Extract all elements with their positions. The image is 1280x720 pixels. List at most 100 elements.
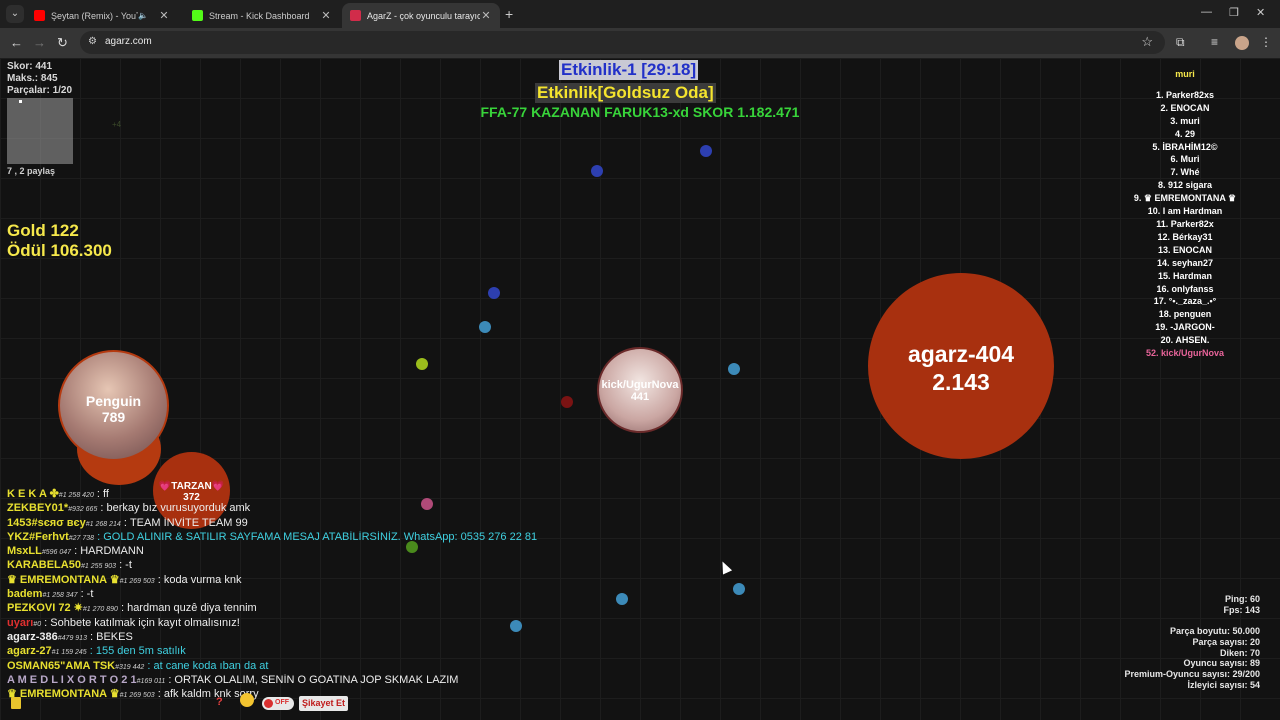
enemy-cell-mass: 2.143	[932, 369, 990, 395]
chat-username[interactable]: YKZ#Ferhvt	[7, 531, 69, 543]
trash-icon[interactable]	[11, 697, 21, 709]
leaderboard-entry: 19. -JARGON-	[1155, 322, 1215, 333]
reload-icon[interactable]: ↻	[57, 35, 68, 51]
player-cell: kick/UgurNova 441	[597, 347, 683, 433]
chat-text: : ff	[93, 488, 109, 500]
menu-kebab-icon[interactable]: ⋮	[1260, 35, 1272, 49]
leaderboard-entry: 9. ♛ EMREMONTANA ♛	[1133, 193, 1237, 204]
toggle-label: OFF	[275, 699, 289, 706]
tab-search-button[interactable]: ⌄	[6, 5, 24, 23]
food-pellet	[479, 321, 491, 333]
chat-toggle[interactable]: OFF	[262, 697, 294, 710]
leaderboard-own-rank: 52. kick/UgurNova	[1145, 348, 1225, 359]
chat-message: agarz-386#479 913 : BEKES	[7, 631, 647, 645]
gold-panel: Gold 122 Ödül 106.300	[7, 221, 112, 261]
player-cell-name: kick/UgurNova	[601, 379, 679, 391]
leaderboard-entry: 5. İBRAHİM12©	[1152, 141, 1218, 152]
close-icon[interactable]: ✕	[158, 9, 170, 22]
back-icon[interactable]: ←	[10, 35, 23, 50]
report-button[interactable]: Şikayet Et	[299, 696, 349, 711]
new-tab-button[interactable]: +	[505, 6, 513, 22]
chat-log: K E K A ✤#1 258 420 : ff ZEKBEY01*#932 66…	[7, 488, 647, 702]
agarz-icon	[350, 10, 361, 21]
chat-message: uyarı#0 : Sohbete katılmak için kayıt ol…	[7, 617, 647, 631]
server-stats: Parça boyutu: 50.000 Parça sayısı: 20 Dike…	[1124, 626, 1260, 691]
tab-title: AgarZ - çok oyunculu tarayıcı o	[367, 10, 480, 21]
tab-youtube[interactable]: Şeytan (Remix) - YouTube 🔈 ✕	[26, 3, 178, 28]
event-timer: Etkinlik-1 [29:18]	[559, 60, 699, 80]
chat-user-id: #1 270 890	[82, 606, 118, 614]
food-pellet	[733, 583, 745, 595]
penguin-cell-name: Penguin	[85, 393, 142, 409]
penguin-cell: Penguin 789	[58, 350, 169, 461]
chat-username[interactable]: PEZKOVI 72 ✷	[7, 602, 83, 614]
minimap-player-dot	[19, 100, 22, 103]
chat-username[interactable]: agarz-386	[7, 631, 58, 643]
help-icon[interactable]: ?	[216, 696, 223, 708]
restore-icon[interactable]: ❐	[1229, 6, 1239, 19]
forward-icon[interactable]: →	[33, 35, 46, 50]
food-pellet	[591, 165, 603, 177]
winner-banner: FFA-77 KAZANAN FARUK13-xd SKOR 1.182.471	[480, 104, 800, 120]
bookmark-star-icon[interactable]: ☆	[1141, 34, 1153, 50]
chat-username[interactable]: badem	[7, 588, 42, 600]
leaderboard-entry: 15. Hardman	[1157, 270, 1213, 281]
chat-user-id: #27 738	[68, 534, 95, 542]
leaderboard-entry: 10. I am Hardman	[1147, 206, 1223, 217]
server-stat: İzleyici sayısı: 54	[1187, 679, 1260, 690]
leaderboard-entry: 3. muri	[1170, 115, 1200, 126]
chat-message: A M E D L I X O R T O 2 1#169 011 : ORTA…	[7, 674, 647, 688]
chat-text: : BEKES	[86, 630, 133, 643]
close-icon[interactable]: ✕	[320, 9, 332, 22]
player-cell-mass: 441	[630, 391, 650, 403]
chat-username[interactable]: A M E D L I X O R T O 2 1	[7, 674, 137, 686]
chat-username[interactable]: ♛ EMREMONTANA ♛	[7, 574, 120, 586]
url-text[interactable]: agarz.com	[105, 36, 152, 47]
chat-username[interactable]: KARABELA50	[7, 559, 81, 571]
mouse-cursor	[717, 559, 733, 575]
chat-username[interactable]: ZEKBEY01*	[7, 502, 68, 514]
chat-text: : TEAM İNVİTE TEAM 99	[120, 516, 248, 529]
chat-username[interactable]: 1453#sєяσ вєу	[7, 517, 86, 529]
close-window-icon[interactable]: ✕	[1256, 6, 1265, 19]
chat-user-id: #1 258 347	[42, 592, 78, 600]
chat-text: : 155 den 5m satılık	[86, 645, 186, 658]
browser-toolbar: ← → ↻ ⚙ agarz.com ☆ ⧉ ≡ ⋮	[0, 28, 1280, 58]
event-room: Etkinlik[Goldsuz Oda]	[535, 83, 716, 103]
chat-message: ZEKBEY01*#932 665 : berkay bız vurusuyor…	[7, 502, 647, 516]
enemy-cell: agarz-404 2.143	[868, 273, 1054, 459]
chat-text: : koda vurma knk	[154, 573, 242, 586]
profile-avatar[interactable]	[1235, 36, 1249, 50]
media-controls-icon[interactable]: ≡	[1211, 35, 1218, 49]
site-info-icon[interactable]: ⚙	[88, 36, 97, 47]
food-pellet	[728, 363, 740, 375]
leaderboard-entry: 2. ENOCAN	[1160, 102, 1210, 113]
leaderboard: muri 1. Parker82xs 2. ENOCAN 3. muri 4. 29 5…	[1100, 68, 1270, 360]
chat-username[interactable]: OSMAN65"AMA TSK	[7, 660, 115, 672]
chat-username[interactable]: MsxLL	[7, 545, 42, 557]
minimize-icon[interactable]: —	[1201, 6, 1212, 18]
chat-username[interactable]: agarz-27	[7, 645, 52, 657]
leaderboard-entry: 16. onlyfanss	[1156, 283, 1214, 294]
chat-user-id: #1 159 245	[51, 649, 87, 657]
address-bar[interactable]: ⚙ agarz.com ☆	[80, 31, 1165, 54]
leaderboard-entry: 8. 912 sigara	[1157, 180, 1213, 191]
chat-message: 1453#sєяσ вєу#1 268 214 : TEAM İNVİTE TE…	[7, 517, 647, 531]
chat-username[interactable]: K E K A ✤	[7, 488, 59, 500]
speaker-icon[interactable]: 🔈	[138, 11, 148, 20]
game-canvas[interactable]: Skor: 441 Maks.: 845 Parçalar: 1/20 7 , …	[0, 58, 1280, 720]
score-panel: Skor: 441 Maks.: 845 Parçalar: 1/20	[7, 61, 72, 97]
youtube-icon	[34, 10, 45, 21]
chat-message: YKZ#Ferhvt#27 738 : GOLD ALINIR & SATILI…	[7, 531, 647, 545]
leaderboard-entry: 18. penguen	[1158, 309, 1212, 320]
extensions-icon[interactable]: ⧉	[1176, 35, 1185, 50]
chat-text: : ORTAK OLALIM, SENİN O GOATINA JOP SKMA…	[165, 673, 459, 686]
emoji-icon[interactable]	[240, 693, 254, 707]
tab-agarz[interactable]: AgarZ - çok oyunculu tarayıcı o ✕	[342, 3, 500, 28]
chat-message: OSMAN65"AMA TSK#319 442 : at cane koda ı…	[7, 660, 647, 674]
tab-kick-dashboard[interactable]: Stream - Kick Dashboard ✕	[184, 3, 340, 28]
leaderboard-entry: 12. Bérkay31	[1157, 231, 1213, 242]
close-icon[interactable]: ✕	[480, 9, 492, 22]
chat-user-id: #479 913	[57, 634, 87, 642]
chat-username[interactable]: uyarı	[7, 617, 33, 629]
